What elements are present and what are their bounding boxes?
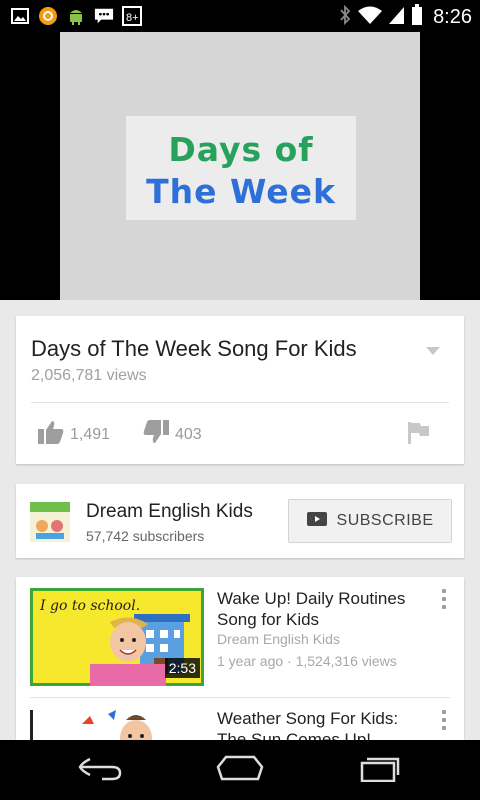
overflow-menu-icon[interactable] — [440, 710, 448, 730]
notification-icons: 8+ — [10, 6, 142, 26]
system-icons: 8:26 — [339, 4, 472, 31]
video-duration: 2:53 — [164, 658, 200, 678]
video-player[interactable]: Days of The Week — [0, 32, 480, 300]
clock: 8:26 — [433, 6, 472, 28]
video-info-card: Days of The Week Song For Kids 2,056,781… — [16, 316, 464, 464]
flag-icon[interactable] — [408, 422, 430, 449]
thumbnail-line-1: Days of — [168, 130, 314, 169]
chat-icon — [94, 6, 114, 26]
related-video-thumbnail[interactable]: I go to school. 2:53 — [30, 588, 204, 686]
thumbs-up-icon — [38, 420, 64, 449]
video-frame[interactable]: Days of The Week — [60, 32, 420, 300]
home-button[interactable] — [210, 754, 270, 786]
related-video-item[interactable]: I go to school. 2:53 Wake Up! Daily Rout… — [16, 577, 464, 697]
related-videos-list: I go to school. 2:53 Wake Up! Daily Rout… — [16, 577, 464, 757]
recent-apps-button[interactable] — [350, 754, 410, 786]
overflow-menu-icon[interactable] — [440, 589, 448, 609]
signal-icon — [389, 5, 405, 30]
video-thumbnail-sign: Days of The Week — [126, 116, 356, 220]
related-video-channel: Dream English Kids — [217, 631, 340, 647]
channel-avatar[interactable] — [30, 502, 70, 542]
related-video-meta: 1 year ago · 1,524,316 views — [217, 653, 397, 669]
subscribe-button[interactable]: SUBSCRIBE — [288, 499, 452, 543]
home-icon — [216, 755, 264, 786]
battery-icon — [411, 4, 423, 31]
youtube-play-icon — [306, 511, 327, 531]
divider — [31, 402, 449, 403]
like-button[interactable]: 1,491 — [38, 420, 110, 449]
dislike-count: 403 — [175, 425, 202, 443]
channel-card: Dream English Kids 57,742 subscribers SU… — [16, 484, 464, 558]
navigation-bar — [0, 740, 480, 800]
wifi-icon — [357, 5, 383, 30]
thumbnail-line-2: The Week — [146, 172, 336, 211]
android-icon — [66, 6, 86, 26]
thumbnail-caption: I go to school. — [39, 598, 140, 614]
video-title: Days of The Week Song For Kids — [31, 336, 357, 361]
back-icon — [78, 755, 122, 786]
subscribe-label: SUBSCRIBE — [336, 512, 434, 529]
google-plus-icon: 8+ — [122, 6, 142, 26]
related-video-title[interactable]: Wake Up! Daily Routines Song for Kids — [217, 588, 422, 630]
image-icon — [10, 6, 30, 26]
thumbs-down-icon — [143, 420, 169, 449]
svg-text:8+: 8+ — [126, 12, 139, 24]
view-count: 2,056,781 views — [31, 367, 147, 384]
back-button[interactable] — [70, 754, 130, 786]
bluetooth-icon — [339, 4, 351, 30]
like-count: 1,491 — [70, 425, 111, 443]
circle-app-icon — [38, 6, 58, 26]
dislike-button[interactable]: 403 — [143, 420, 202, 449]
expand-description-icon[interactable] — [426, 342, 440, 360]
status-bar: 8+ 8:26 — [0, 0, 480, 32]
subscriber-count: 57,742 subscribers — [86, 528, 205, 544]
channel-name[interactable]: Dream English Kids — [86, 501, 253, 523]
recent-apps-icon — [358, 754, 402, 787]
